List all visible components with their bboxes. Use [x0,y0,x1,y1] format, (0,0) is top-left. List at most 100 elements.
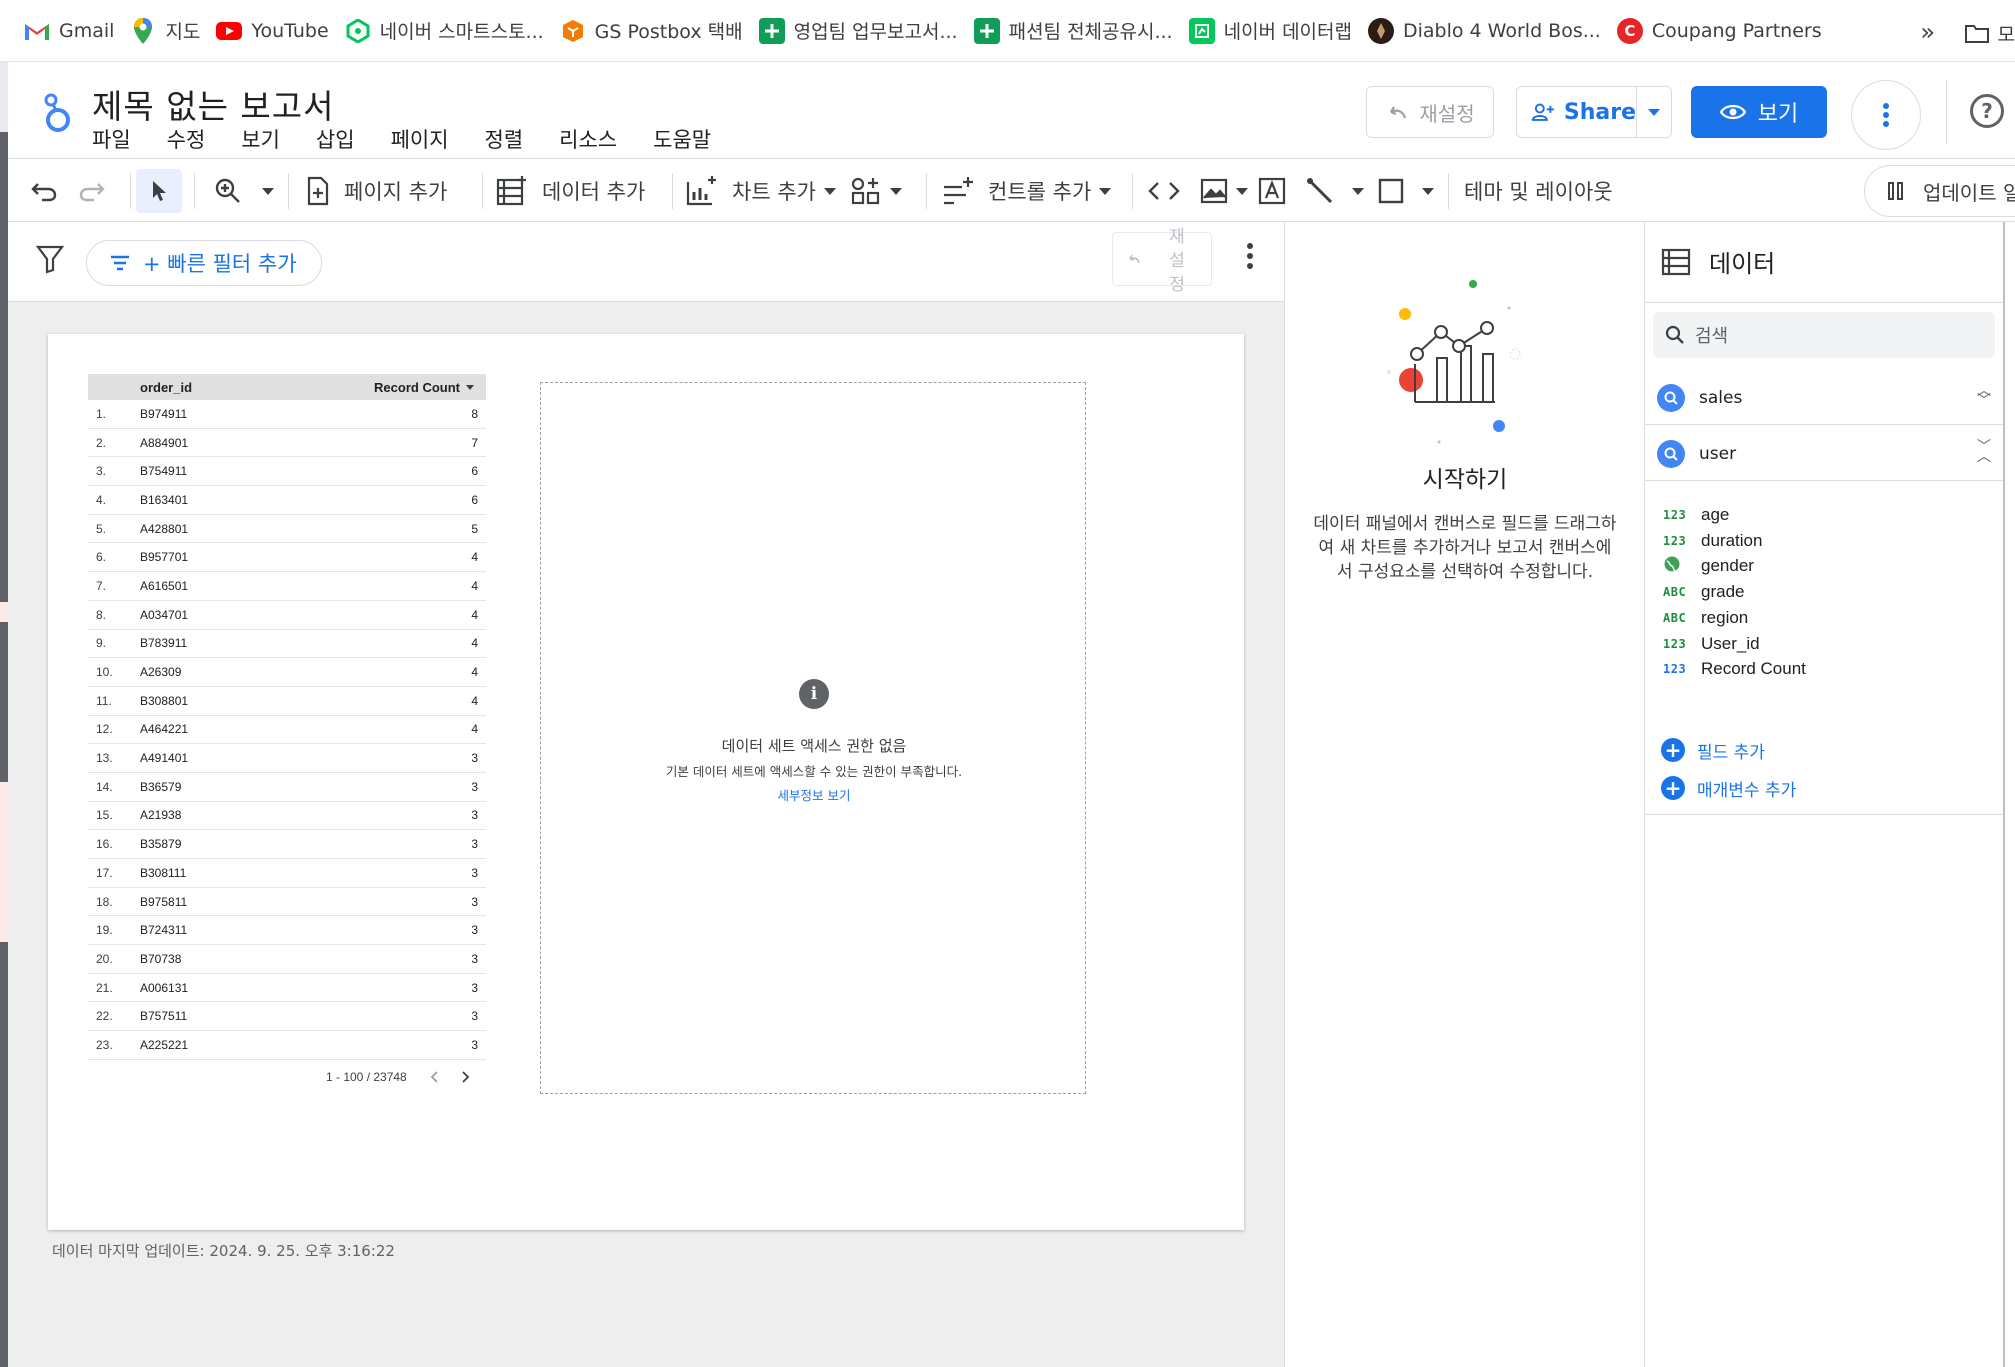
bookmark-coupang[interactable]: C Coupang Partners [1615,0,1836,62]
expand-icon[interactable]: ︿ ﹀ [1977,384,1991,408]
share-button[interactable]: Share [1516,86,1672,138]
table-row[interactable]: 23. A225221 3 [88,1031,486,1060]
table-row[interactable]: 9. B783911 4 [88,630,486,659]
share-dropdown-button[interactable] [1637,108,1671,116]
bookmark-label: Coupang Partners [1651,19,1822,42]
bookmark-naver-datalab[interactable]: 네이버 데이터랩 [1187,0,1366,62]
table-row[interactable]: 2. A884901 7 [88,429,486,458]
add-quick-filter-button[interactable]: + 빠른 필터 추가 [86,240,322,286]
reset-button[interactable]: 재설정 [1366,86,1494,138]
table-row[interactable]: 8. A034701 4 [88,601,486,630]
bookmark-diablo[interactable]: Diablo 4 World Bos... [1366,0,1615,62]
menu-insert[interactable]: 삽입 [316,124,355,154]
bookmarks-overflow-button[interactable]: » [1920,18,1935,46]
data-table[interactable]: order_id Record Count 1. B974911 8 2. A88490… [88,374,486,1060]
more-options-button[interactable] [1851,80,1921,150]
table-row[interactable]: 12. A464221 4 [88,716,486,745]
view-button[interactable]: 보기 [1691,86,1827,138]
row-number: 4. [96,492,107,507]
column-header-order-id[interactable]: order_id [140,380,320,395]
bookmark-youtube[interactable]: YouTube [214,0,342,62]
table-row[interactable]: 14. B36579 3 [88,773,486,802]
add-control-button[interactable]: 컨트롤 추가 [942,169,1112,213]
bookmark-smartstore[interactable]: 네이버 스마트스토... [343,0,558,62]
theme-layout-label: 테마 및 레이아웃 [1464,180,1613,204]
add-page-button[interactable]: 페이지 추가 [306,169,447,213]
row-number: 16. [96,837,113,852]
cell-record-count: 4 [471,578,478,593]
column-header-record-count[interactable]: Record Count [320,380,486,395]
table-row[interactable]: 21. A006131 3 [88,974,486,1003]
table-row[interactable]: 4. B163401 6 [88,486,486,515]
menu-arrange[interactable]: 정렬 [485,124,524,154]
chevron-left-icon[interactable] [429,1070,439,1084]
bookmark-maps[interactable]: 지도 [128,0,214,62]
table-row[interactable]: 3. B754911 6 [88,457,486,487]
add-data-button[interactable]: 데이터 추가 [496,169,645,213]
update-button[interactable]: 업데이트 일시 [1864,165,2015,217]
menu-help[interactable]: 도움말 [653,124,711,154]
bookmark-fashion-team[interactable]: 패션팀 전체공유시... [972,0,1187,62]
add-chart-button[interactable]: 차트 추가 [686,169,836,213]
table-row[interactable]: 7. A616501 4 [88,572,486,601]
text-box-button[interactable] [1258,169,1286,213]
cell-order-id: B308801 [140,693,189,708]
view-details-link[interactable]: 세부정보 보기 [541,785,1087,804]
table-row[interactable]: 5. A428801 5 [88,515,486,544]
data-source-sales[interactable]: sales ︿ ﹀ [1657,378,1997,418]
image-button[interactable] [1200,169,1248,213]
filter-reset-button[interactable]: 재설정 [1112,227,1212,295]
filter-icon[interactable] [36,244,64,274]
table-row[interactable]: 15. A21938 3 [88,802,486,831]
bookmark-sales-report[interactable]: 영업팀 업무보고서... [757,0,972,62]
undo-button[interactable] [30,169,66,213]
bookmark-folder[interactable]: 모 [1964,20,2015,47]
line-button[interactable] [1306,169,1364,213]
cell-record-count: 4 [471,550,478,565]
menu-page[interactable]: 페이지 [391,124,449,154]
zoom-button[interactable] [214,169,274,213]
row-number: 14. [96,779,113,794]
table-row[interactable]: 16. B35879 3 [88,830,486,859]
data-source-user[interactable]: user ﹀ ︿ [1657,434,1997,474]
cell-order-id: B957701 [140,550,189,565]
add-component-button[interactable] [850,169,902,213]
table-row[interactable]: 22. B757511 3 [88,1002,486,1032]
table-row[interactable]: 10. A26309 4 [88,658,486,687]
field-item[interactable]: 123 Record Count [1663,654,1806,684]
table-row[interactable]: 17. B308111 3 [88,859,486,888]
table-row[interactable]: 18. B975811 3 [88,888,486,917]
shape-button[interactable] [1378,169,1434,213]
row-number: 11. [96,693,112,708]
share-main[interactable]: Share [1517,87,1637,137]
table-row[interactable]: 20. B70738 3 [88,945,486,974]
theme-layout-button[interactable]: 테마 및 레이아웃 [1464,169,1613,213]
report-title[interactable]: 제목 없는 보고서 [92,80,335,128]
table-row[interactable]: 19. B724311 3 [88,916,486,946]
chevron-right-icon[interactable] [461,1070,471,1084]
add-field-button[interactable]: + 필드 추가 [1661,734,1765,766]
bookmark-gmail[interactable]: Gmail [22,0,128,62]
table-row[interactable]: 13. A491401 3 [88,744,486,773]
looker-studio-logo-icon[interactable] [38,90,78,134]
bookmark-label: 패션팀 전체공유시... [1008,21,1173,43]
menu-resource[interactable]: 리소스 [559,124,617,154]
table-row[interactable]: 11. B308801 4 [88,687,486,716]
bookmark-gs-postbox[interactable]: GS Postbox 택배 [558,0,757,62]
menu-file[interactable]: 파일 [92,124,131,154]
help-button[interactable]: ? [1970,94,2004,128]
table-row[interactable]: 1. B974911 8 [88,400,486,429]
smartstore-icon [345,18,371,44]
menu-view[interactable]: 보기 [241,124,280,154]
collapse-icon[interactable]: ﹀ ︿ [1977,440,1991,464]
table-row[interactable]: 6. B957701 4 [88,543,486,573]
redo-button[interactable] [78,169,114,213]
select-tool-button[interactable] [136,169,182,213]
field-search-input[interactable]: 검색 [1653,312,1995,358]
menu-edit[interactable]: 수정 [167,124,206,154]
add-parameter-button[interactable]: + 매개변수 추가 [1661,772,1796,804]
chart-error-placeholder[interactable]: i 데이터 세트 액세스 권한 없음 기본 데이터 세트에 액세스할 수 있는 … [540,382,1086,1094]
menu-bar: 파일 수정 보기 삽입 페이지 정렬 리소스 도움말 [92,124,747,154]
more-vert-icon[interactable] [1246,242,1254,270]
embed-code-button[interactable] [1148,169,1180,213]
